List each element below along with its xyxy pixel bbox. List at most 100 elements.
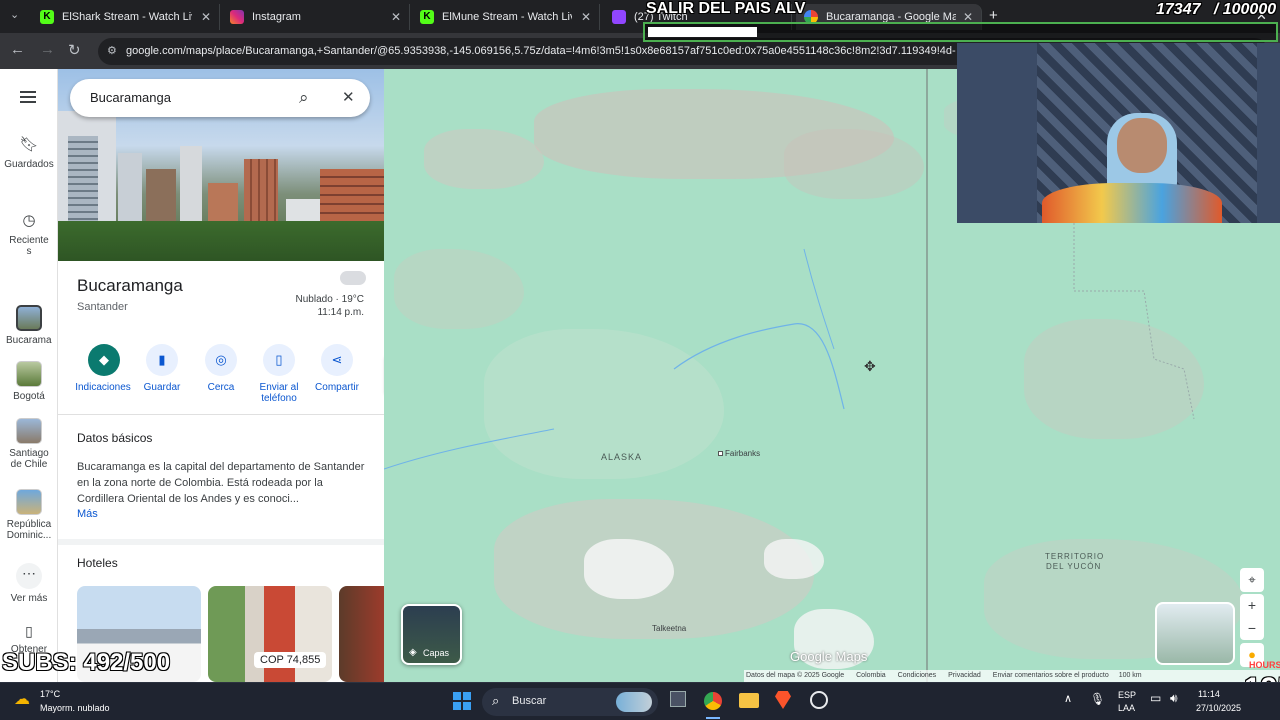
hotel-price: COP 74,855 <box>254 652 327 668</box>
zoom-controls: + − <box>1240 594 1264 640</box>
history-icon: ◷ <box>22 212 36 229</box>
lang-code[interactable]: ESP <box>1118 690 1136 700</box>
taskbar-temp: 17°C <box>40 689 61 699</box>
rail-label: Ver más <box>10 593 48 604</box>
more-link[interactable]: Más <box>77 508 98 520</box>
tray-overflow-icon[interactable]: ∧ <box>1064 692 1072 705</box>
search-highlight-icon <box>616 692 652 712</box>
place-thumbnail <box>16 489 42 515</box>
directions-icon: ◆ <box>88 344 120 376</box>
tab-label: ElShark Stream - Watch Live on <box>62 11 192 23</box>
tab-list-chevron-icon[interactable]: ⌄ <box>10 8 19 21</box>
more-icon: ⋯ <box>16 563 42 589</box>
network-icon[interactable]: ▭ <box>1150 691 1161 705</box>
weather-icon: ☁ <box>14 691 30 708</box>
save-button[interactable]: ▮ Guardar <box>133 344 191 393</box>
tab-label: ElMune Stream - Watch Live on <box>442 11 572 23</box>
scale-label: 100 km <box>1118 672 1142 679</box>
goal-counter: 17347 / 100000 <box>1156 1 1277 18</box>
task-view-icon[interactable] <box>670 691 686 707</box>
hours-label: HOURS <box>1249 660 1280 670</box>
rail-recent-republica-dominicana[interactable]: República Dominic... <box>0 489 58 541</box>
hotel-card[interactable]: COP 74,855 <box>208 586 332 682</box>
share-icon: ⋖ <box>321 344 353 376</box>
place-thumbnail <box>16 361 42 387</box>
terms-link[interactable]: Condiciones <box>898 672 937 679</box>
reload-icon[interactable]: ↻ <box>68 41 81 59</box>
start-button[interactable] <box>453 692 471 710</box>
privacy-link[interactable]: Privacidad <box>948 672 981 679</box>
bookmark-icon: ▮ <box>146 344 178 376</box>
action-label: Guardar <box>143 382 181 393</box>
menu-icon[interactable] <box>20 91 36 103</box>
app-icon[interactable] <box>810 691 828 709</box>
divider <box>58 539 384 545</box>
forward-icon[interactable]: → <box>40 41 55 58</box>
taskbar-weather-desc: Mayorm. nublado <box>40 703 110 713</box>
rail-more[interactable]: ⋯ Ver más <box>0 563 58 604</box>
microphone-icon[interactable]: 🎙︎ <box>1090 692 1105 706</box>
clear-search-icon[interactable]: ✕ <box>342 79 355 117</box>
feedback-link[interactable]: Enviar comentarios sobre el producto <box>993 672 1109 679</box>
action-label: Cerca <box>207 382 235 393</box>
my-location-button[interactable]: ⌖ <box>1240 568 1264 592</box>
kick-icon: K <box>420 10 434 24</box>
windows-taskbar: ☁ 17°C Mayorm. nublado ⌕ Buscar ∧ 🎙︎ ESP… <box>0 682 1280 720</box>
share-button[interactable]: ⋖ Compartir <box>308 344 366 393</box>
taskbar-search-label: Buscar <box>512 695 547 707</box>
tab-instagram[interactable]: Instagram ✕ <box>222 4 410 30</box>
country-link[interactable]: Colombia <box>856 672 886 679</box>
map-data-copyright: Datos del mapa © 2025 Google <box>746 672 845 679</box>
close-icon[interactable]: ✕ <box>581 10 591 24</box>
layers-button[interactable]: ◈ Capas <box>401 604 462 665</box>
rail-recent-santiago[interactable]: Santiago de Chile <box>0 418 58 470</box>
hotel-card[interactable] <box>339 586 384 682</box>
tab-elmune[interactable]: K ElMune Stream - Watch Live on ✕ <box>412 4 600 30</box>
place-region: Santander <box>77 301 128 313</box>
lang-layout[interactable]: LAA <box>1118 703 1135 713</box>
zoom-in-button[interactable]: + <box>1240 594 1264 617</box>
nearby-icon: ◎ <box>205 344 237 376</box>
taskbar-search[interactable]: ⌕ Buscar <box>482 688 658 716</box>
place-thumbnail <box>16 418 42 444</box>
rail-recent-bucaramanga[interactable]: Bucaramanga... <box>0 305 58 346</box>
twitch-icon <box>612 10 626 24</box>
close-icon[interactable]: ✕ <box>201 10 211 24</box>
city-marker-icon <box>718 451 723 456</box>
taskbar-time[interactable]: 11:14 <box>1198 689 1220 699</box>
back-icon[interactable]: ← <box>10 41 25 58</box>
zoom-out-button[interactable]: − <box>1240 617 1264 640</box>
action-label: Compartir <box>315 382 359 393</box>
site-settings-icon[interactable]: ⚙ <box>107 38 117 65</box>
nearby-button[interactable]: ◎ Cerca <box>192 344 250 393</box>
action-label: Indicaciones <box>75 382 131 393</box>
rail-label: Guardados <box>4 159 54 170</box>
google-maps-logo: Google Maps <box>790 649 868 664</box>
taskbar-date[interactable]: 27/10/2025 <box>1196 703 1241 713</box>
send-to-phone-button[interactable]: ▯ Enviar al teléfono <box>250 344 308 404</box>
street-view-preview[interactable] <box>1155 602 1235 665</box>
url-text: google.com/maps/place/Bucaramanga,+Santa… <box>126 45 956 57</box>
directions-button[interactable]: ◆ Indicaciones <box>75 344 133 393</box>
map-label-talkeetna: Talkeetna <box>652 624 687 633</box>
phone-icon: ▯ <box>263 344 295 376</box>
rail-recent-bogota[interactable]: Bogotá <box>0 361 58 402</box>
close-icon[interactable]: ✕ <box>391 10 401 24</box>
rail-label: Recientes <box>9 235 49 257</box>
goal-title: SALIR DEL PAIS ALV <box>646 0 806 17</box>
goal-progress-fill <box>648 27 758 37</box>
section-heading-hotels: Hoteles <box>77 556 118 570</box>
divider <box>58 414 384 415</box>
file-explorer-icon[interactable] <box>739 693 759 708</box>
tab-elshark[interactable]: K ElShark Stream - Watch Live on ✕ <box>32 4 220 30</box>
search-icon: ⌕ <box>492 693 500 708</box>
search-icon[interactable]: ⌕ <box>299 79 309 117</box>
rail-saved[interactable]: 🔖︎ Guardados <box>0 135 58 170</box>
search-input[interactable]: Bucaramanga <box>90 90 171 105</box>
brave-icon[interactable] <box>775 691 791 709</box>
volume-icon[interactable]: 🔊︎ <box>1170 691 1178 706</box>
search-box[interactable]: Bucaramanga ⌕ ✕ <box>70 79 370 117</box>
map-label-yukon-2: DEL YUCÓN <box>1046 562 1102 571</box>
rail-recents[interactable]: ◷ Recientes <box>0 211 58 257</box>
chrome-icon[interactable] <box>704 692 722 710</box>
